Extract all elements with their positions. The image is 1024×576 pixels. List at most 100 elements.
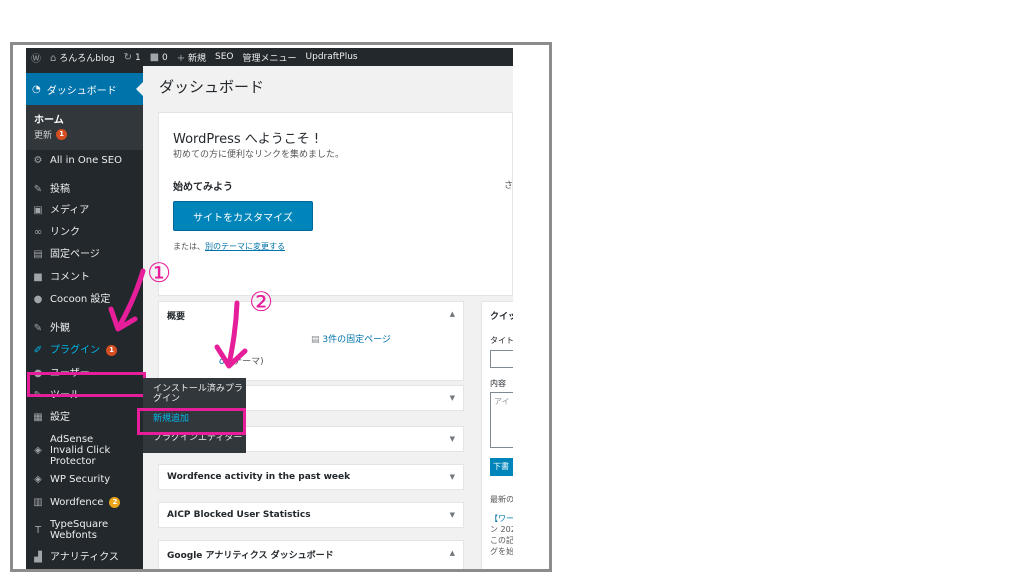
- sidebar-item[interactable]: ⚙ All in One SEO: [26, 155, 143, 166]
- draft-excerpt: グを始: [490, 547, 513, 556]
- toggle-arrow-icon[interactable]: ▼: [450, 473, 455, 481]
- or-text: または、: [173, 242, 205, 251]
- step-1-arrow: [108, 268, 146, 332]
- sidebar-item[interactable]: ▥ Wordfence 2: [26, 497, 143, 508]
- toggle-arrow-icon[interactable]: ▲: [450, 310, 455, 318]
- draft-link[interactable]: 【ワー: [490, 513, 513, 524]
- site-name-link[interactable]: ⌂ ろんろんblog: [50, 51, 115, 64]
- widget-title[interactable]: 概要: [167, 309, 185, 322]
- sidebar-item-label: 投稿: [50, 184, 70, 195]
- welcome-panel: WordPress へようこそ ! 初めての方に便利なリンクを集めました。 始め…: [158, 112, 513, 296]
- submenu-home[interactable]: ホーム: [34, 111, 64, 126]
- gear-icon: ⚙: [33, 155, 43, 166]
- refresh-icon: ↻: [123, 51, 133, 63]
- dashboard-widget: 概要 ▲ ▤ 3件の固定ページ on テーマ): [158, 301, 464, 381]
- sidebar-item-label: Wordfence: [50, 497, 104, 508]
- sidebar-item[interactable]: ∞ リンク: [26, 227, 143, 238]
- next-steps-heading: さ: [504, 181, 513, 191]
- plugin-icon: ✐: [33, 345, 43, 356]
- home-icon: ⌂: [50, 52, 57, 64]
- dashboard-widget: Wordfence activity in the past week ▼: [158, 464, 464, 490]
- quick-draft-content-input[interactable]: アイ: [490, 392, 513, 448]
- save-draft-button[interactable]: 下書: [490, 458, 513, 476]
- sidebar-item[interactable]: ✎ 投稿: [26, 184, 143, 195]
- quick-draft-title: クイッ: [490, 312, 513, 322]
- circle-icon: ●: [33, 294, 43, 305]
- sidebar-item-label: WP Security: [50, 474, 111, 485]
- plugin-highlight-box: [27, 372, 146, 397]
- updates-link[interactable]: ↻ 1: [124, 52, 141, 63]
- updates-count: 1: [134, 52, 141, 63]
- updates-badge: 1: [56, 129, 68, 140]
- new-content-link[interactable]: + 新規: [177, 51, 206, 64]
- toggle-arrow-icon[interactable]: ▲: [450, 549, 455, 557]
- welcome-subtitle: 初めての方に便利なリンクを集めました。: [173, 150, 345, 160]
- plus-icon: +: [176, 52, 186, 64]
- admin-menu[interactable]: 管理メニュー: [243, 51, 297, 64]
- new-label: 新規: [188, 53, 207, 64]
- toggle-arrow-icon[interactable]: ▼: [450, 394, 455, 402]
- dashboard-icon: ◔: [32, 83, 41, 95]
- welcome-title: WordPress へようこそ !: [173, 132, 320, 147]
- link-icon: ∞: [33, 227, 43, 238]
- comments-link[interactable]: ■ 0: [150, 52, 168, 63]
- change-theme-link[interactable]: 別のテーマに変更する: [205, 242, 285, 251]
- font-icon: T: [34, 524, 42, 536]
- pages-count-link[interactable]: ▤ 3件の固定ページ: [311, 332, 391, 345]
- pin-icon: ✎: [33, 184, 43, 195]
- sidebar-item-label: リンク: [50, 227, 80, 238]
- sidebar-item[interactable]: ▦ 設定: [26, 412, 143, 423]
- settings-icon: ▦: [33, 412, 43, 423]
- sidebar-item-label: コメント: [50, 272, 90, 283]
- flyout-installed-plugins[interactable]: インストール済みプラグイン: [153, 384, 245, 404]
- add-new-highlight-box: [137, 408, 246, 435]
- widget-title[interactable]: Google アナリティクス ダッシュボード: [167, 548, 334, 561]
- sidebar-item[interactable]: ▟ アナリティクス: [26, 552, 143, 563]
- draft-date: ン 202: [490, 525, 513, 534]
- count-badge: 1: [106, 345, 117, 356]
- admin-bar: Ⓦ ⌂ ろんろんblog ↻ 1 ■ 0 + 新規 SEO 管理メニュー Upd…: [26, 48, 513, 66]
- sidebar-item-dashboard[interactable]: ◔ ダッシュボード: [26, 73, 143, 105]
- sidebar-item[interactable]: ✐ プラグイン 1: [26, 345, 143, 356]
- sidebar-item-label: 固定ページ: [50, 249, 100, 260]
- widget-title[interactable]: Wordfence activity in the past week: [167, 472, 350, 482]
- toggle-arrow-icon[interactable]: ▼: [450, 435, 455, 443]
- sidebar-item-label: Cocoon 設定: [50, 294, 111, 305]
- quick-draft-title-input[interactable]: [490, 350, 513, 368]
- sidebar-item-label: All in One SEO: [50, 155, 122, 166]
- wordfence-icon: ▥: [33, 497, 43, 508]
- shield-icon: ◈: [34, 474, 42, 485]
- customize-site-button[interactable]: サイトをカスタマイズ: [173, 201, 313, 231]
- dashboard-submenu: ホーム 更新 1: [26, 105, 143, 150]
- comment-icon: ■: [149, 51, 160, 63]
- count-badge: 2: [109, 497, 121, 508]
- submenu-updates-label: 更新: [34, 131, 53, 141]
- sidebar-item[interactable]: ▣ メディア: [26, 205, 143, 216]
- chart-icon: ▟: [34, 552, 42, 563]
- media-icon: ▣: [33, 205, 43, 216]
- step-2-arrow: [214, 300, 248, 369]
- seo-menu[interactable]: SEO: [215, 52, 233, 62]
- page-icon: ▤: [33, 249, 43, 260]
- sidebar-item-label: TypeSquare Webfonts: [50, 519, 109, 541]
- widget-title[interactable]: AICP Blocked User Statistics: [167, 510, 311, 520]
- site-name: ろんろんblog: [59, 53, 115, 64]
- toggle-arrow-icon[interactable]: ▼: [450, 511, 455, 519]
- comments-count: 0: [162, 52, 168, 63]
- sidebar-item-label: 外観: [50, 323, 70, 334]
- sidebar-item[interactable]: ▤ 固定ページ: [26, 249, 143, 260]
- updraft-menu[interactable]: UpdraftPlus: [306, 52, 358, 62]
- sidebar-item-label: AdSense Invalid Click Protector: [50, 434, 111, 467]
- quick-draft-content-label: 内容: [490, 379, 506, 388]
- get-started-heading: 始めてみよう: [173, 182, 233, 193]
- wordpress-logo-icon[interactable]: Ⓦ: [31, 50, 41, 65]
- submenu-updates[interactable]: 更新 1: [34, 128, 68, 141]
- sidebar-item[interactable]: ◈ AdSense Invalid Click Protector: [26, 434, 143, 467]
- brush-icon: ✎: [33, 323, 43, 334]
- dashboard-widget: Google アナリティクス ダッシュボード ▲: [158, 540, 464, 569]
- sidebar-item-label: メディア: [50, 205, 90, 216]
- sidebar-item[interactable]: ◈ WP Security: [26, 474, 143, 485]
- latest-drafts-heading: 最新の: [490, 495, 513, 504]
- sidebar-item[interactable]: T TypeSquare Webfonts: [26, 519, 143, 541]
- pages-count: 3件の固定ページ: [322, 335, 391, 345]
